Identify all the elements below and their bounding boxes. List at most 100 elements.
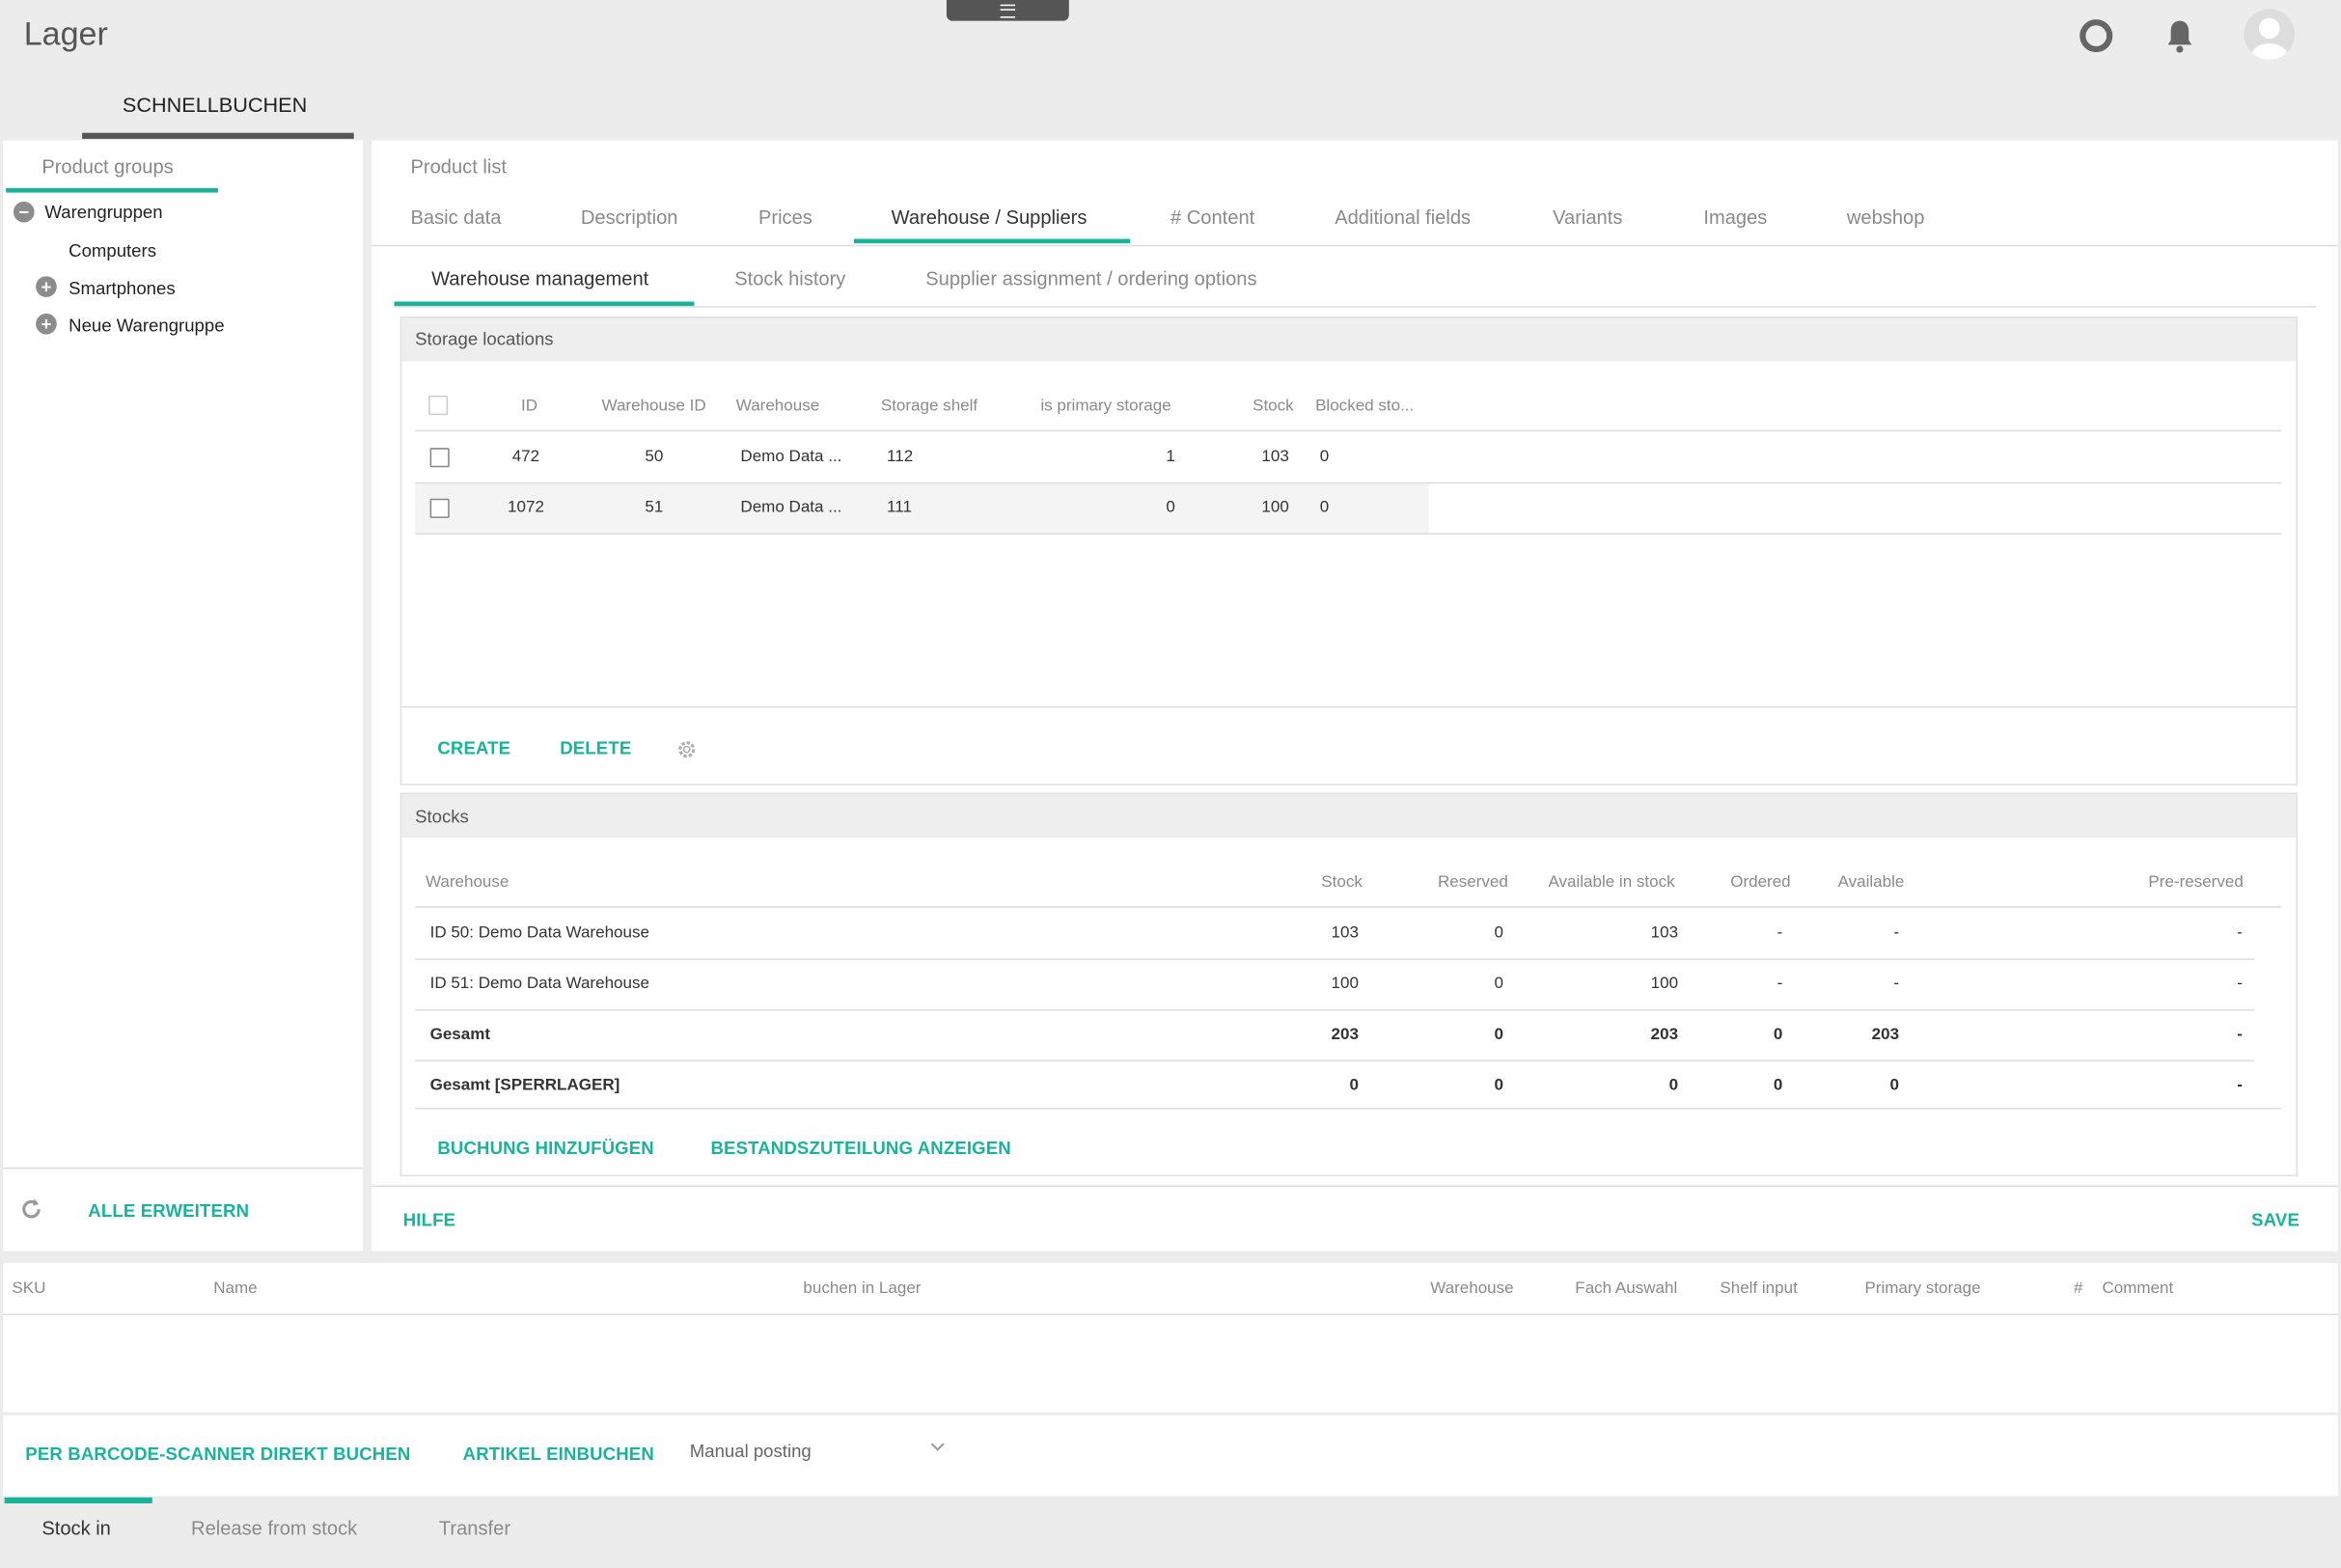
col-reserved[interactable]: Reserved <box>1438 873 1508 892</box>
tab-images[interactable]: Images <box>1703 206 1767 229</box>
col-warehouse[interactable]: Warehouse <box>426 873 509 892</box>
app-window: Lager SCHNELLBUCHEN Product groups − War… <box>0 0 2341 1568</box>
cell-reserved: 0 <box>1494 923 1504 943</box>
col-primary-storage[interactable]: is primary storage <box>1040 398 1170 416</box>
footer-divider <box>372 1185 2338 1188</box>
hamburger-icon <box>1000 4 1016 18</box>
cell-primary: 1 <box>1166 448 1175 466</box>
col-blocked-stock[interactable]: Blocked sto... <box>1315 398 1414 416</box>
bottom-tab-transfer[interactable]: Transfer <box>439 1517 510 1539</box>
bottom-tab-release-from-stock[interactable]: Release from stock <box>191 1517 357 1539</box>
cell-available: 203 <box>1871 1025 1900 1044</box>
tab-webshop[interactable]: webshop <box>1847 206 1925 229</box>
cell-blocked: 0 <box>1319 498 1330 517</box>
refresh-icon[interactable] <box>18 1196 45 1223</box>
col-book-in-warehouse[interactable]: buchen in Lager <box>803 1279 921 1298</box>
col-available-in-stock[interactable]: Available in stock <box>1548 873 1674 892</box>
plus-circle-icon[interactable]: + <box>36 313 57 335</box>
create-button[interactable]: CREATE <box>437 737 510 758</box>
add-booking-button[interactable]: BUCHUNG HINZUFÜGEN <box>437 1138 654 1159</box>
plus-circle-icon[interactable]: + <box>36 276 57 297</box>
tab-variants[interactable]: Variants <box>1553 206 1622 229</box>
select-all-checkbox[interactable] <box>428 396 449 416</box>
subtab-warehouse-management[interactable]: Warehouse management <box>431 267 648 289</box>
col-available[interactable]: Available <box>1838 873 1905 892</box>
cell-warehouse: Demo Data ... <box>740 498 842 517</box>
expand-all-button[interactable]: ALLE ERWEITERN <box>88 1200 249 1222</box>
col-storage-shelf[interactable]: Storage shelf <box>881 398 978 416</box>
show-allocation-button[interactable]: BESTANDSZUTEILUNG ANZEIGEN <box>710 1138 1010 1159</box>
tree-item-smartphones[interactable]: + Smartphones <box>36 275 334 302</box>
table-row[interactable]: 472 50 Demo Data ... 112 1 103 0 <box>415 431 1430 481</box>
cell-stock: 0 <box>1349 1076 1359 1095</box>
bottom-tab-stock-in[interactable]: Stock in <box>41 1517 111 1539</box>
col-stock[interactable]: Stock <box>1321 873 1363 892</box>
cell-available-in-stock: 103 <box>1650 923 1679 943</box>
settings-icon[interactable] <box>675 737 699 761</box>
tree-item-label: Smartphones <box>69 277 176 299</box>
col-ordered[interactable]: Ordered <box>1730 873 1790 892</box>
col-id[interactable]: ID <box>521 398 537 416</box>
sidebar-title[interactable]: Product groups <box>41 155 173 178</box>
menu-toggle-button[interactable] <box>946 0 1069 21</box>
tree-item-warengruppen[interactable]: − Warengruppen <box>12 200 310 227</box>
tab-prices[interactable]: Prices <box>758 206 812 229</box>
tab-content[interactable]: # Content <box>1170 206 1254 229</box>
tab-additional-fields[interactable]: Additional fields <box>1335 206 1471 229</box>
col-warehouse[interactable]: Warehouse <box>736 398 819 416</box>
toolbar-divider <box>401 705 2297 708</box>
cell-warehouse-id: 50 <box>645 448 664 466</box>
cell-stock: 103 <box>1331 923 1359 943</box>
col-shelf-input[interactable]: Shelf input <box>1720 1279 1797 1298</box>
tab-active-indicator <box>853 238 1131 244</box>
save-button[interactable]: SAVE <box>2251 1209 2300 1230</box>
row-checkbox[interactable] <box>429 448 450 468</box>
delete-button[interactable]: DELETE <box>560 737 631 758</box>
cell-id: 472 <box>511 448 540 466</box>
bell-icon[interactable] <box>2163 18 2196 54</box>
col-warehouse-id[interactable]: Warehouse ID <box>602 398 706 416</box>
cell-stock: 103 <box>1261 448 1289 466</box>
col-warehouse[interactable]: Warehouse <box>1430 1279 1513 1298</box>
cell-available-in-stock: 0 <box>1668 1076 1679 1095</box>
subtab-supplier-assignment[interactable]: Supplier assignment / ordering options <box>925 267 1256 289</box>
table-row: ID 50: Demo Data Warehouse 103 0 103 - -… <box>415 908 2254 957</box>
tree-item-computers[interactable]: Computers <box>69 240 156 261</box>
col-quantity[interactable]: # <box>2074 1279 2082 1298</box>
cell-stock: 100 <box>1331 975 1359 993</box>
article-book-in-button[interactable]: ARTIKEL EINBUCHEN <box>463 1444 654 1465</box>
tree-item-label: Warengruppen <box>44 201 163 223</box>
stocks-title: Stocks <box>415 806 469 828</box>
cell-shelf: 112 <box>887 448 914 466</box>
tab-warehouse-suppliers[interactable]: Warehouse / Suppliers <box>892 206 1088 229</box>
minus-circle-icon[interactable]: − <box>13 201 35 223</box>
posting-mode-select[interactable]: Manual posting <box>690 1441 947 1471</box>
tab-description[interactable]: Description <box>581 206 678 229</box>
col-comment[interactable]: Comment <box>2102 1279 2173 1298</box>
col-pre-reserved[interactable]: Pre-reserved <box>2148 873 2243 892</box>
cell-available: 0 <box>1889 1076 1900 1095</box>
col-name[interactable]: Name <box>213 1279 257 1298</box>
product-list-link[interactable]: Product list <box>410 155 507 178</box>
barcode-scanner-button[interactable]: PER BARCODE-SCANNER DIREKT BUCHEN <box>25 1444 410 1465</box>
sidebar-divider <box>3 1167 363 1169</box>
table-row[interactable]: 1072 51 Demo Data ... 111 0 100 0 <box>415 483 1429 534</box>
storage-locations-header: Storage locations <box>401 317 2297 362</box>
booking-table: SKU Name buchen in Lager Warehouse Fach … <box>3 1262 2338 1413</box>
tree-item-neue-warengruppe[interactable]: + Neue Warengruppe <box>36 312 334 339</box>
bottom-tab-active-indicator <box>4 1497 152 1504</box>
tab-schnellbuchen[interactable]: SCHNELLBUCHEN <box>123 93 307 117</box>
sidebar-title-underline <box>6 187 218 193</box>
row-checkbox[interactable] <box>429 498 450 518</box>
record-icon[interactable] <box>2079 19 2113 53</box>
booking-toolbar: PER BARCODE-SCANNER DIREKT BUCHEN ARTIKE… <box>3 1415 2338 1497</box>
help-button[interactable]: HILFE <box>403 1209 455 1230</box>
avatar[interactable] <box>2244 9 2296 60</box>
col-sku[interactable]: SKU <box>12 1279 45 1298</box>
tab-basic-data[interactable]: Basic data <box>410 206 501 229</box>
col-primary-storage[interactable]: Primary storage <box>1864 1279 1980 1298</box>
subtab-stock-history[interactable]: Stock history <box>734 267 845 289</box>
col-shelf-selection[interactable]: Fach Auswahl <box>1575 1279 1677 1298</box>
col-stock[interactable]: Stock <box>1253 398 1294 416</box>
header-divider <box>3 1313 2338 1316</box>
